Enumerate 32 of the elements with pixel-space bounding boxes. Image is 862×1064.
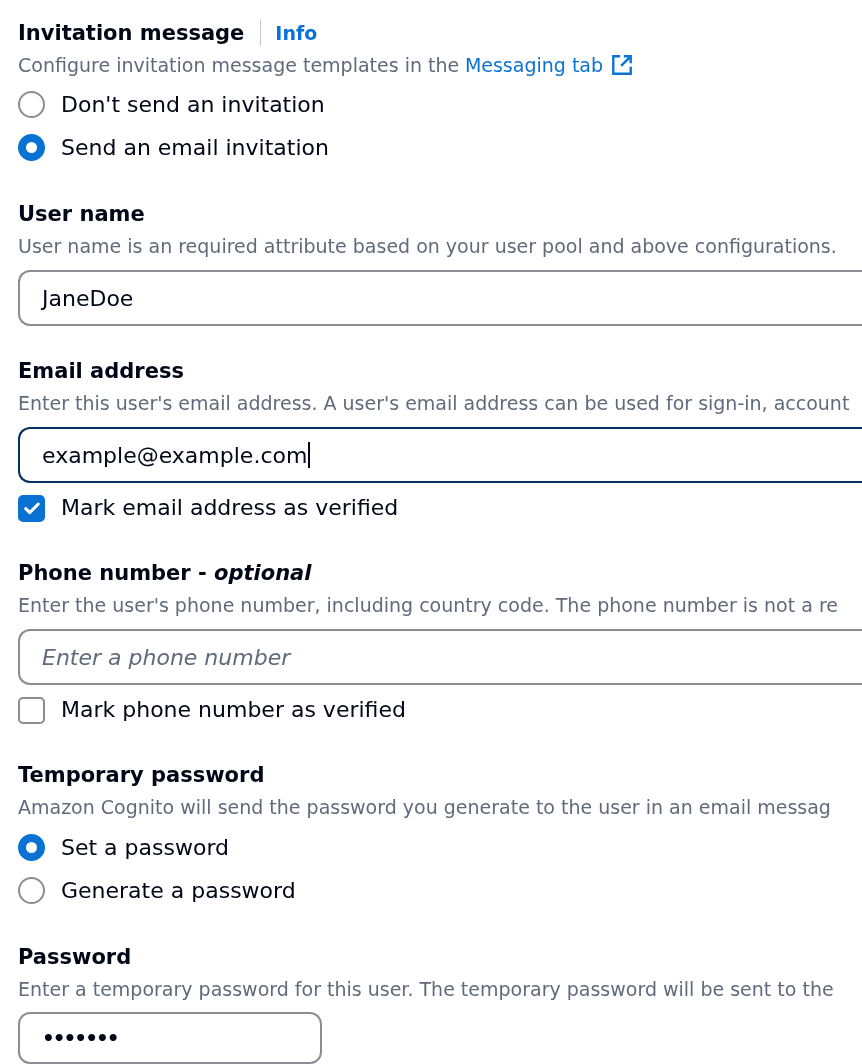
input-field[interactable]: Enter a phone number: [18, 629, 862, 685]
field-description: User name is an required attribute based on your user pool and above configurations.: [18, 234, 838, 259]
messaging-tab-link[interactable]: Messaging tab: [464, 51, 634, 79]
checkbox-label[interactable]: Mark email address as verified: [61, 493, 399, 523]
radio-label[interactable]: Send an email invitation: [61, 132, 329, 163]
field-label: Phone number - optional: [18, 560, 312, 587]
password-field[interactable]: •••••••: [18, 1012, 322, 1064]
radio-label[interactable]: Generate a password: [61, 875, 296, 906]
input-field[interactable]: JaneDoe: [18, 270, 862, 326]
field-description: Configure invitation message templates in the Messaging tab: [18, 51, 862, 79]
checkbox-label[interactable]: Mark phone number as verified: [61, 695, 406, 725]
radio-button[interactable]: [18, 877, 45, 904]
checkbox[interactable]: [18, 494, 45, 522]
radio-button[interactable]: [18, 91, 45, 118]
field-label: Password: [18, 944, 132, 971]
field-description: Enter this user's email address. A user's email address can be used for sign-in, account: [18, 391, 851, 416]
radio-label[interactable]: Don't send an invitation: [61, 89, 325, 120]
checkbox[interactable]: [18, 696, 45, 724]
field-label: Invitation message: [18, 20, 245, 47]
info-link[interactable]: Info: [275, 17, 318, 49]
field-description: Enter a temporary password for this user. The temporary password will be sent to the: [18, 977, 835, 1002]
input-field[interactable]: example@example.com: [18, 427, 862, 483]
radio-label[interactable]: Set a password: [61, 832, 230, 863]
field-label: Email address: [18, 358, 184, 385]
radio-button[interactable]: [18, 134, 45, 161]
radio-button[interactable]: [18, 834, 45, 861]
field-label: User name: [18, 201, 145, 228]
external-link-icon: [611, 54, 634, 76]
text-cursor: [308, 442, 311, 468]
field-description: Enter the user's phone number, including country code. The phone number is not a re: [18, 593, 839, 618]
field-label: Temporary password: [18, 762, 265, 789]
field-description: Amazon Cognito will send the password you generate to the user in an email messag: [18, 795, 832, 820]
